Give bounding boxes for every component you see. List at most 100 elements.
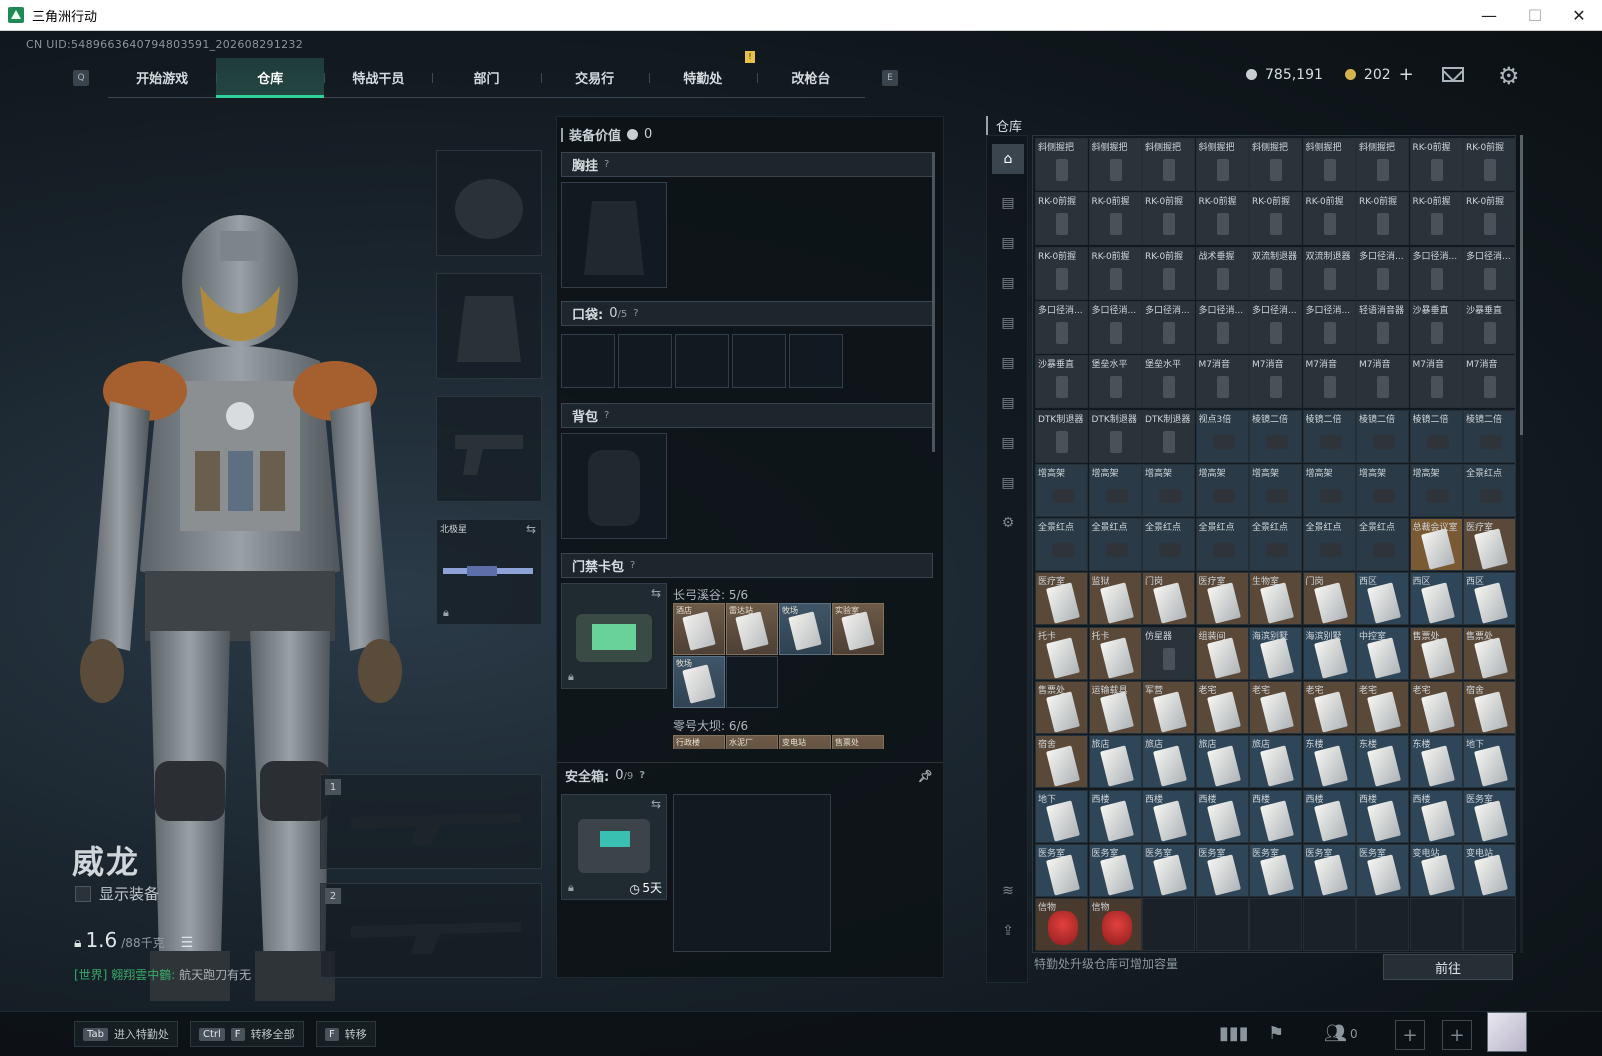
- keycard-item[interactable]: 水泥厂: [726, 735, 778, 749]
- warehouse-item[interactable]: 多口径消...: [1142, 300, 1195, 354]
- warehouse-item[interactable]: 中控室: [1356, 626, 1409, 680]
- warehouse-item[interactable]: 增高架: [1409, 463, 1463, 517]
- warehouse-item[interactable]: 宿舍: [1463, 681, 1516, 734]
- home-icon[interactable]: ⌂: [992, 144, 1024, 174]
- warehouse-item[interactable]: 增高架: [1356, 463, 1409, 517]
- pistol-slot[interactable]: [436, 396, 542, 502]
- warehouse-item[interactable]: 斜侧握把: [1249, 138, 1302, 191]
- warehouse-item[interactable]: 视点3倍: [1195, 409, 1249, 463]
- help-icon[interactable]: ?: [604, 159, 609, 170]
- warehouse-item[interactable]: 海滨别墅: [1249, 626, 1302, 680]
- chat-line[interactable]: [世界] 翱翔雲中鶴: 航天跑刀有无: [74, 966, 251, 983]
- keycard-item[interactable]: 牧场: [673, 656, 725, 708]
- help-icon[interactable]: ?: [630, 560, 635, 571]
- panel-scrollbar[interactable]: [932, 152, 935, 452]
- add-gold-button[interactable]: +: [1399, 64, 1414, 85]
- warehouse-item[interactable]: 老宅: [1356, 681, 1409, 734]
- warehouse-item[interactable]: 棱镜二倍: [1356, 409, 1409, 463]
- warehouse-item[interactable]: 多口径消...: [1249, 300, 1302, 354]
- warehouse-item[interactable]: 老宅: [1249, 681, 1302, 734]
- warehouse-item[interactable]: 增高架: [1035, 463, 1088, 517]
- warehouse-item[interactable]: 老宅: [1302, 681, 1356, 734]
- warehouse-item[interactable]: RK-0前握: [1142, 192, 1195, 246]
- gear-icon[interactable]: ⚙: [1498, 62, 1520, 90]
- warehouse-item[interactable]: 沙暴垂直: [1463, 300, 1516, 354]
- warehouse-item[interactable]: 全景红点: [1035, 518, 1088, 572]
- warehouse-item[interactable]: 医务室: [1142, 843, 1195, 897]
- tab-department[interactable]: 部门: [432, 58, 540, 97]
- warehouse-item[interactable]: 旅店: [1088, 735, 1142, 789]
- avatar[interactable]: [1487, 1012, 1527, 1052]
- backpack-slot[interactable]: [561, 433, 667, 539]
- warehouse-item[interactable]: 售票处: [1463, 626, 1516, 680]
- warehouse-item[interactable]: 医务室: [1302, 843, 1356, 897]
- warehouse-item[interactable]: 双流制退器: [1249, 246, 1302, 300]
- warehouse-item[interactable]: M7消音: [1302, 355, 1356, 409]
- warehouse-item[interactable]: 医务室: [1463, 789, 1516, 843]
- warehouse-item[interactable]: 军营: [1142, 681, 1195, 734]
- warehouse-item[interactable]: 医务室: [1088, 843, 1142, 897]
- warehouse-item[interactable]: 西楼: [1142, 789, 1195, 843]
- warehouse-item[interactable]: 售票处: [1035, 681, 1088, 734]
- warehouse-item[interactable]: 斜侧握把: [1035, 138, 1088, 191]
- keycard-item[interactable]: 酒店: [673, 603, 725, 655]
- warehouse-item[interactable]: 西楼: [1195, 789, 1249, 843]
- armor-slot[interactable]: [436, 273, 542, 379]
- warehouse-item[interactable]: 监狱: [1088, 572, 1142, 626]
- warehouse-item[interactable]: RK-0前握: [1195, 192, 1249, 246]
- keycard-item[interactable]: 变电站: [779, 735, 831, 749]
- warehouse-empty-cell[interactable]: [1409, 898, 1463, 952]
- warehouse-item[interactable]: RK-0前握: [1356, 192, 1409, 246]
- warehouse-item[interactable]: 增高架: [1088, 463, 1142, 517]
- warehouse-item[interactable]: 西楼: [1356, 789, 1409, 843]
- tab-trade[interactable]: 交易行: [540, 58, 649, 97]
- warehouse-empty-cell[interactable]: [1142, 898, 1195, 952]
- warehouse-item[interactable]: 西楼: [1249, 789, 1302, 843]
- warehouse-item[interactable]: 斜侧握把: [1142, 138, 1195, 191]
- warehouse-item[interactable]: 战术垂握: [1195, 246, 1249, 300]
- warehouse-empty-cell[interactable]: [1302, 898, 1356, 952]
- warehouse-item[interactable]: 东楼: [1356, 735, 1409, 789]
- warehouse-item[interactable]: 棱镜二倍: [1302, 409, 1356, 463]
- warehouse-item[interactable]: DTK制退器: [1088, 409, 1142, 463]
- warehouse-item[interactable]: 堡垒水平: [1088, 355, 1142, 409]
- swap-icon[interactable]: ⇆: [526, 522, 536, 536]
- storage-5-icon[interactable]: ▤: [992, 348, 1024, 378]
- warehouse-item[interactable]: 多口径消...: [1463, 246, 1516, 300]
- warehouse-item[interactable]: DTK制退器: [1035, 409, 1088, 463]
- warehouse-item[interactable]: 沙暴垂直: [1035, 355, 1088, 409]
- mail-icon[interactable]: [1442, 67, 1464, 82]
- warehouse-item[interactable]: 门岗: [1302, 572, 1356, 626]
- layers-icon[interactable]: ≋: [992, 876, 1024, 906]
- warehouse-grid[interactable]: 斜侧握把 斜侧握把 斜侧握把 斜侧握把 斜侧握把 斜侧握把 斜侧握把 RK-0前握 RK-0前握…: [1032, 135, 1516, 953]
- keycard-item[interactable]: 行政楼: [673, 735, 725, 749]
- warehouse-item[interactable]: 信物: [1088, 898, 1142, 952]
- hotkey-transfer[interactable]: F 转移: [316, 1021, 376, 1047]
- warehouse-item[interactable]: RK-0前握: [1302, 192, 1356, 246]
- warehouse-item[interactable]: DTK制退器: [1142, 409, 1195, 463]
- warehouse-item[interactable]: 全景红点: [1302, 518, 1356, 572]
- goto-button[interactable]: 前往: [1383, 954, 1513, 980]
- warehouse-item[interactable]: 全景红点: [1463, 463, 1516, 517]
- warehouse-scrollbar[interactable]: [1520, 135, 1523, 953]
- warehouse-item[interactable]: 棱镜二倍: [1409, 409, 1463, 463]
- warehouse-item[interactable]: 全景红点: [1088, 518, 1142, 572]
- warehouse-item[interactable]: 全景红点: [1356, 518, 1409, 572]
- keycard-item[interactable]: 雷达站: [726, 603, 778, 655]
- warehouse-item[interactable]: 斜侧握把: [1356, 138, 1409, 191]
- warehouse-item[interactable]: 地下: [1035, 789, 1088, 843]
- warehouse-item[interactable]: 增高架: [1142, 463, 1195, 517]
- keycard-item[interactable]: 牧场: [779, 603, 831, 655]
- warehouse-item[interactable]: 东楼: [1302, 735, 1356, 789]
- storage-4-icon[interactable]: ▤: [992, 308, 1024, 338]
- maximize-button[interactable]: ☐: [1512, 0, 1558, 31]
- warehouse-empty-cell[interactable]: [1356, 898, 1409, 952]
- tab-warehouse[interactable]: 仓库: [216, 58, 325, 98]
- warehouse-item[interactable]: 增高架: [1249, 463, 1302, 517]
- warehouse-item[interactable]: 棱镜二倍: [1463, 409, 1516, 463]
- add-squad-slot-button[interactable]: +: [1442, 1020, 1472, 1050]
- warehouse-item[interactable]: M7消音: [1463, 355, 1516, 409]
- safe-box-grid[interactable]: [673, 794, 831, 952]
- keycard-item[interactable]: 售票处: [832, 735, 884, 749]
- warehouse-item[interactable]: 斜侧握把: [1088, 138, 1142, 191]
